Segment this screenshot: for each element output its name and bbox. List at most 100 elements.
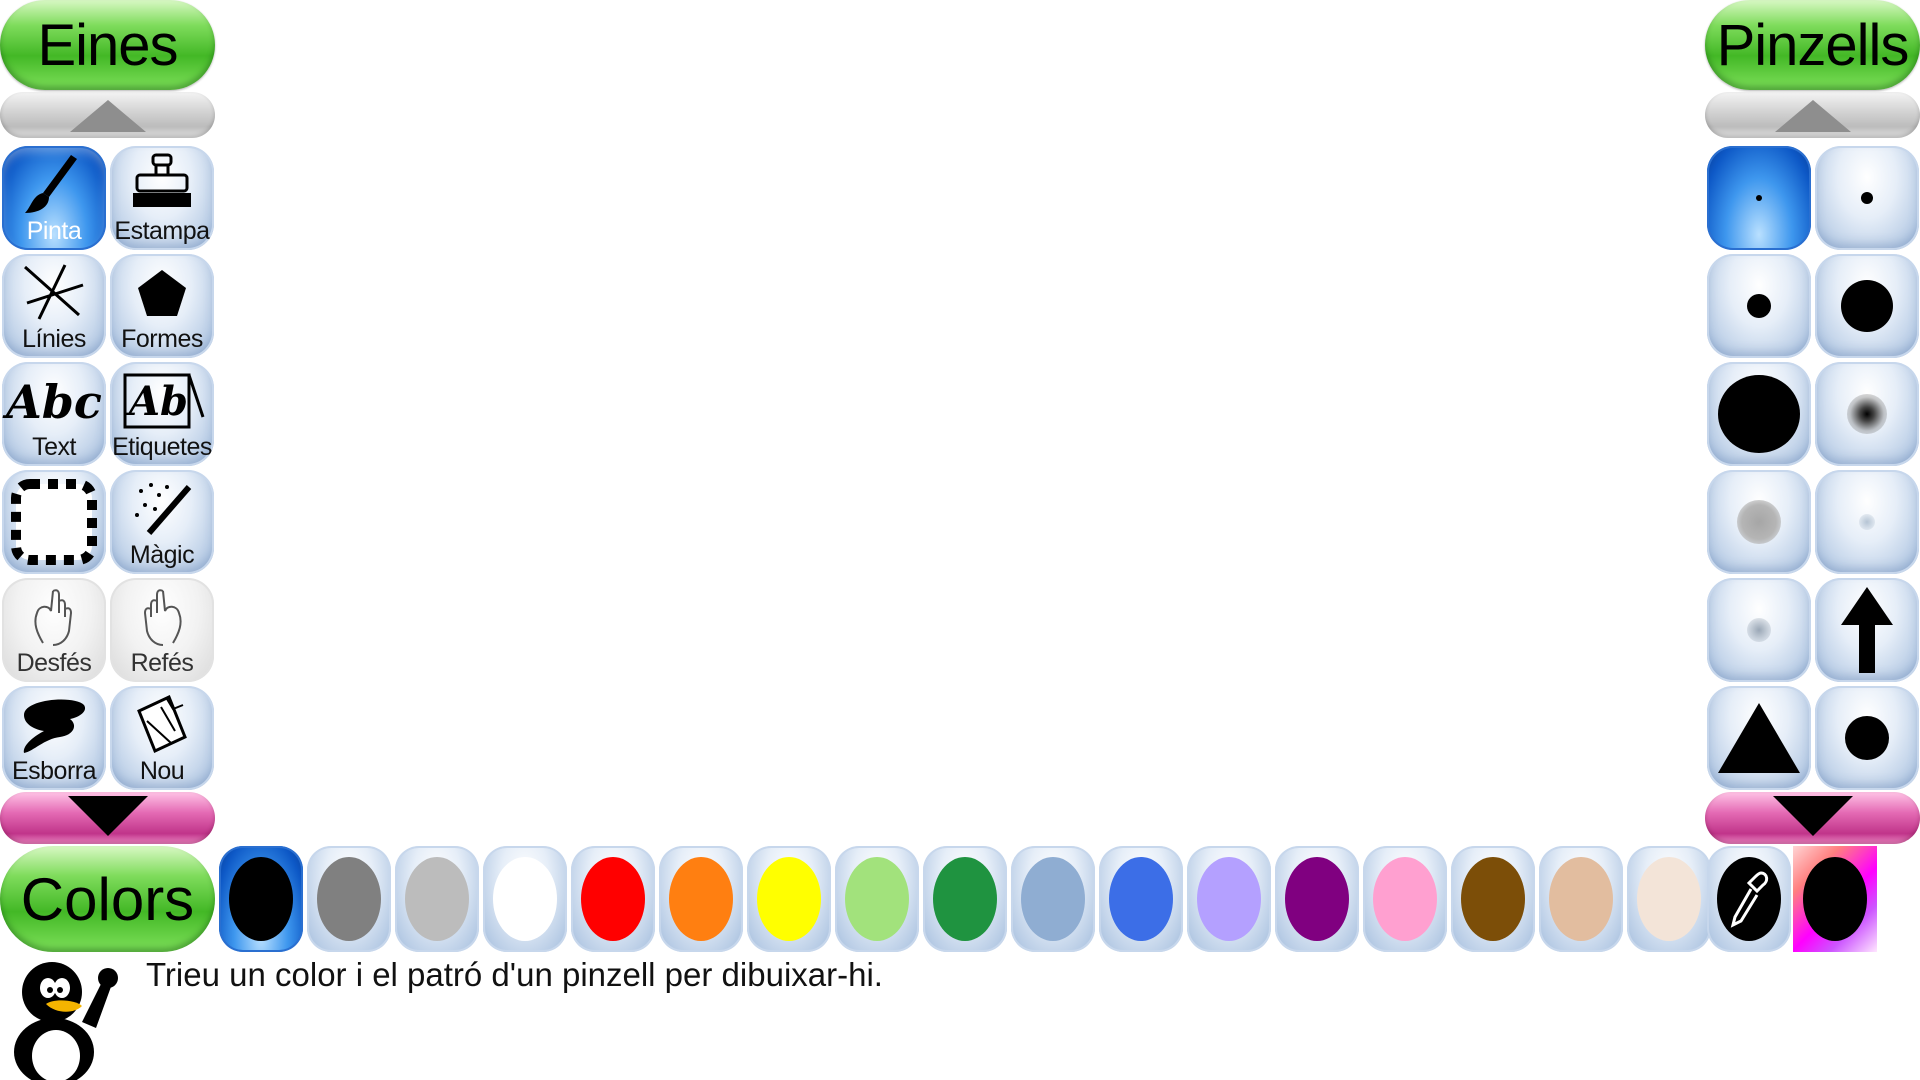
tool-undo[interactable]: Desfés xyxy=(2,578,106,682)
color-dark-gray[interactable] xyxy=(307,846,391,952)
color-picker-rainbow[interactable] xyxy=(1793,846,1877,952)
color-swatch xyxy=(1021,857,1085,941)
tool-lines[interactable]: Línies xyxy=(2,254,106,358)
lines-icon xyxy=(2,258,106,330)
brush-dot-xlarge-icon xyxy=(1718,375,1800,453)
arrow-down-icon xyxy=(1772,796,1853,836)
color-light-gray[interactable] xyxy=(395,846,479,952)
brush-option[interactable] xyxy=(1815,470,1919,574)
tool-label: Màgic xyxy=(129,541,195,569)
tool-stamp[interactable]: Estampa xyxy=(110,146,214,250)
brush-option[interactable] xyxy=(1815,146,1919,250)
tool-label: Estampa xyxy=(114,217,210,245)
tool-paint[interactable]: Pinta xyxy=(2,146,106,250)
color-red[interactable] xyxy=(571,846,655,952)
tool-label: Refés xyxy=(130,649,194,677)
magic-wand-icon xyxy=(110,474,214,546)
brush-option[interactable] xyxy=(1815,578,1919,682)
text-abc-icon: Abc xyxy=(6,375,102,429)
status-message: Trieu un color i el patró d'un pinzell p… xyxy=(146,956,883,993)
brush-arrow-up-icon xyxy=(1841,587,1893,673)
brush-dot-medium-icon xyxy=(1747,294,1771,318)
brush-option[interactable] xyxy=(1815,686,1919,790)
brush-option[interactable] xyxy=(1815,362,1919,466)
color-beige[interactable] xyxy=(1627,846,1711,952)
color-swatch xyxy=(1109,857,1173,941)
color-orange[interactable] xyxy=(659,846,743,952)
color-pink[interactable] xyxy=(1363,846,1447,952)
color-swatch xyxy=(1197,857,1261,941)
tool-label: Esborra xyxy=(11,757,97,785)
color-swatch xyxy=(493,857,557,941)
tool-redo[interactable]: Refés xyxy=(110,578,214,682)
tool-label: Text xyxy=(32,433,76,461)
brush-option[interactable] xyxy=(1707,686,1811,790)
tool-eraser[interactable]: Esborra xyxy=(2,686,106,790)
brush-option[interactable] xyxy=(1815,254,1919,358)
redo-hand-icon xyxy=(110,582,214,654)
color-dark-green[interactable] xyxy=(923,846,1007,952)
tool-label: Pinta xyxy=(26,217,82,245)
stamp-icon xyxy=(110,150,214,222)
brush-fuzzy-icon xyxy=(1847,394,1887,434)
rainbow-palette-icon xyxy=(1803,857,1867,941)
arrow-up-icon xyxy=(1774,100,1851,132)
brush-soft-small-icon xyxy=(1747,618,1771,642)
brush-option[interactable] xyxy=(1707,470,1811,574)
color-yellow[interactable] xyxy=(747,846,831,952)
brush-dot-tiny-icon xyxy=(1756,195,1762,201)
brushes-scroll-down-button[interactable] xyxy=(1705,792,1920,844)
brush-soft-gray-icon xyxy=(1737,500,1781,544)
pipette-icon xyxy=(1717,857,1781,941)
brush-option[interactable] xyxy=(1707,362,1811,466)
color-swatch xyxy=(1637,857,1701,941)
brush-dot-small-icon xyxy=(1861,192,1873,204)
color-black[interactable] xyxy=(219,846,303,952)
color-lavender[interactable] xyxy=(1187,846,1271,952)
colors-title: Colors xyxy=(0,846,215,952)
tool-text[interactable]: Abc Text xyxy=(2,362,106,466)
new-page-icon xyxy=(110,690,214,762)
color-swatch xyxy=(1373,857,1437,941)
color-swatch xyxy=(933,857,997,941)
arrow-down-icon xyxy=(67,796,148,836)
color-swatch xyxy=(1461,857,1525,941)
color-brown[interactable] xyxy=(1451,846,1535,952)
selection-frame-icon xyxy=(2,476,106,568)
color-swatch xyxy=(1549,857,1613,941)
color-white[interactable] xyxy=(483,846,567,952)
pentagon-icon xyxy=(110,258,214,330)
drawing-canvas[interactable] xyxy=(218,0,1702,842)
color-swatch xyxy=(1285,857,1349,941)
tool-label: Formes xyxy=(121,325,203,353)
color-sky-blue[interactable] xyxy=(1011,846,1095,952)
brushes-title: Pinzells xyxy=(1705,0,1920,90)
brush-option[interactable] xyxy=(1707,578,1811,682)
brush-option[interactable] xyxy=(1707,254,1811,358)
undo-hand-icon xyxy=(2,582,106,654)
color-purple[interactable] xyxy=(1275,846,1359,952)
color-swatch xyxy=(845,857,909,941)
tools-scroll-up-button[interactable] xyxy=(0,92,215,138)
color-blue[interactable] xyxy=(1099,846,1183,952)
color-tan[interactable] xyxy=(1539,846,1623,952)
tools-scroll-down-button[interactable] xyxy=(0,792,215,844)
eraser-icon xyxy=(2,690,106,762)
brush-option[interactable] xyxy=(1707,146,1811,250)
tool-shapes[interactable]: Formes xyxy=(110,254,214,358)
tool-labels[interactable]: Ab Etiquetes xyxy=(110,362,214,466)
tool-magic[interactable]: Màgic xyxy=(110,470,214,574)
tool-select[interactable] xyxy=(2,470,106,574)
color-light-green[interactable] xyxy=(835,846,919,952)
color-picker-pipette[interactable] xyxy=(1707,846,1791,952)
paintbrush-icon xyxy=(2,150,106,222)
color-swatch xyxy=(669,857,733,941)
brushes-scroll-up-button[interactable] xyxy=(1705,92,1920,138)
tux-penguin-icon xyxy=(14,962,118,1080)
tool-label: Línies xyxy=(22,325,86,353)
arrow-up-icon xyxy=(69,100,146,132)
color-swatch xyxy=(229,857,293,941)
svg-text:Ab: Ab xyxy=(125,378,188,425)
color-swatch xyxy=(581,857,645,941)
tool-new[interactable]: Nou xyxy=(110,686,214,790)
